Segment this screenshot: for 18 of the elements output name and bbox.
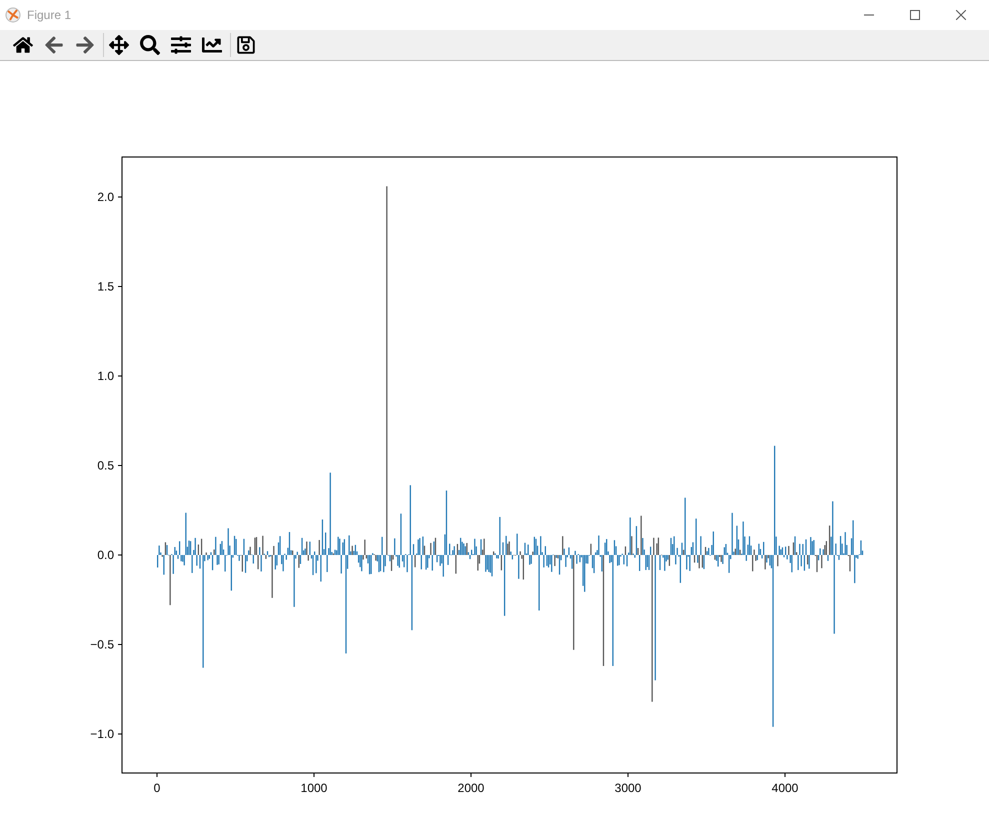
- y-tick-label: 1.5: [97, 280, 114, 294]
- move-arrows-button[interactable]: [107, 33, 131, 57]
- y-tick-label: 0.5: [97, 458, 114, 472]
- close-icon: [956, 10, 966, 20]
- app-logo-icon: [5, 7, 21, 23]
- window-title: Figure 1: [27, 7, 72, 24]
- x-tick-label: 0: [154, 781, 160, 795]
- x-tick-label: 2000: [458, 781, 484, 795]
- maximize-icon: [910, 10, 920, 20]
- y-tick-label: 0.0: [97, 548, 114, 562]
- y-tick-label: 1.0: [97, 369, 114, 383]
- y-tick-label: −1.0: [90, 727, 114, 741]
- x-tick-label: 3000: [614, 781, 642, 795]
- search-button[interactable]: [138, 33, 162, 57]
- y-tick-label: 2.0: [97, 190, 114, 204]
- x-tick-label: 4000: [772, 781, 798, 795]
- x-tick-label: 1000: [300, 781, 328, 795]
- y-tick-label: −0.5: [90, 638, 114, 652]
